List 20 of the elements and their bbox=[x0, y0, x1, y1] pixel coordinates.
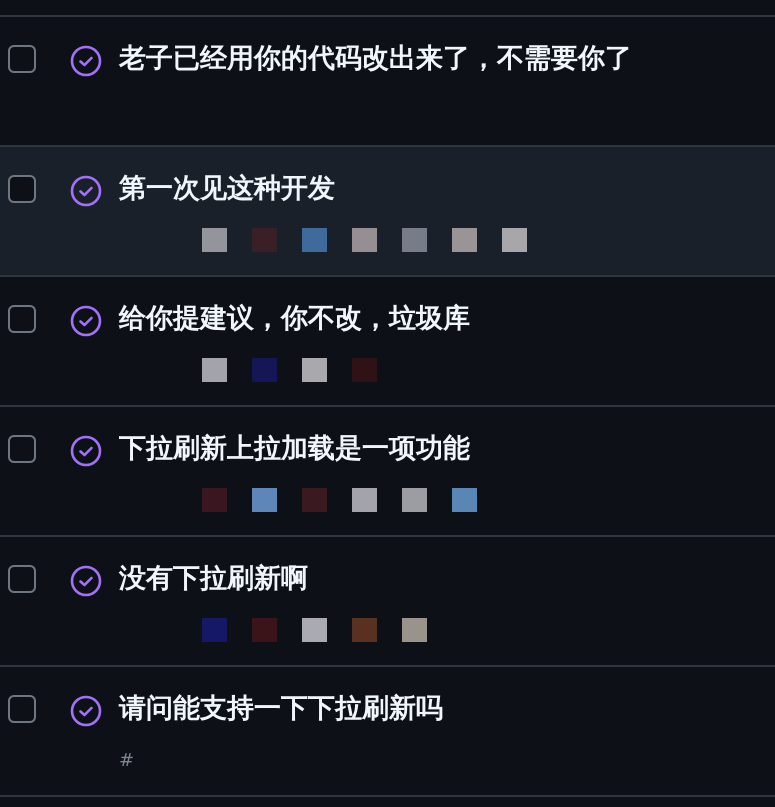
checkbox[interactable] bbox=[8, 565, 36, 593]
issue-title[interactable]: 没有下拉刷新啊 bbox=[119, 563, 427, 595]
issue-title[interactable]: 下拉刷新上拉加载是一项功能 bbox=[119, 433, 477, 465]
check-circle-icon bbox=[70, 565, 102, 597]
checkbox[interactable] bbox=[8, 175, 36, 203]
issue-title[interactable]: 请问能支持一下下拉刷新吗 bbox=[119, 693, 443, 725]
checkbox[interactable] bbox=[8, 45, 36, 73]
issue-title[interactable]: 第一次见这种开发 bbox=[119, 173, 527, 205]
check-circle-icon bbox=[70, 45, 102, 77]
issue-row[interactable]: 第一次见这种开发 bbox=[0, 147, 775, 277]
check-circle-icon bbox=[70, 435, 102, 467]
issue-title[interactable]: 给你提建议，你不改，垃圾库 bbox=[119, 303, 470, 335]
issue-number: # bbox=[119, 750, 134, 770]
check-circle-icon bbox=[70, 305, 102, 337]
checkbox[interactable] bbox=[8, 435, 36, 463]
check-circle-icon bbox=[70, 695, 102, 727]
check-circle-icon bbox=[70, 175, 102, 207]
issue-title[interactable]: 老子已经用你的代码改出来了，不需要你了 bbox=[119, 43, 632, 75]
checkbox[interactable] bbox=[8, 305, 36, 333]
checkbox[interactable] bbox=[8, 695, 36, 723]
